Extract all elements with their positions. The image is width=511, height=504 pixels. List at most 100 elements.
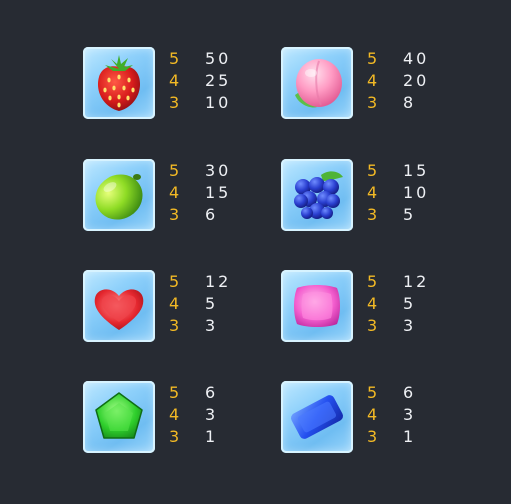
payout-count: 3 (169, 427, 181, 446)
payout-row: 31 (169, 425, 279, 447)
symbol-tile (281, 381, 353, 453)
payout-row: 3 10 (169, 91, 279, 113)
payout-value: 6 (403, 383, 417, 402)
peach-icon (295, 59, 342, 108)
payout-row: 56 (169, 381, 279, 403)
payout-count: 4 (367, 294, 379, 313)
symbol-tile (281, 47, 353, 119)
payout-list: 5 40 4 20 38 (367, 47, 477, 113)
payout-value: 30 (205, 161, 232, 180)
payout-value: 3 (205, 405, 219, 424)
payout-row: 5 15 (367, 159, 477, 181)
payout-count: 3 (367, 427, 379, 446)
payout-value: 10 (403, 183, 430, 202)
payout-row: 5 50 (169, 47, 279, 69)
payout-row: 45 (367, 292, 477, 314)
payout-value: 15 (205, 183, 232, 202)
square-candy-icon (294, 285, 340, 327)
payout-count: 3 (169, 93, 181, 112)
payout-row: 4 15 (169, 181, 279, 203)
payout-row: 43 (367, 403, 477, 425)
payout-row: 33 (169, 314, 279, 336)
payout-value: 3 (403, 316, 417, 335)
payout-row: 31 (367, 425, 477, 447)
payout-list: 5 12 45 33 (367, 270, 477, 336)
payout-count: 4 (367, 405, 379, 424)
symbol-tile (281, 270, 353, 342)
payout-row: 38 (367, 91, 477, 113)
payout-count: 5 (367, 49, 379, 68)
payout-value: 6 (205, 383, 219, 402)
payout-count: 3 (169, 205, 181, 224)
pentagon-candy-icon (95, 392, 143, 439)
payout-count: 5 (169, 383, 181, 402)
symbol-tile (83, 47, 155, 119)
payout-value: 1 (205, 427, 219, 446)
symbol-tile (281, 159, 353, 231)
payout-value: 20 (403, 71, 430, 90)
payout-value: 40 (403, 49, 430, 68)
payout-row: 45 (169, 292, 279, 314)
payout-count: 3 (367, 93, 379, 112)
payout-row: 5 40 (367, 47, 477, 69)
payout-count: 4 (367, 71, 379, 90)
payout-row: 5 30 (169, 159, 279, 181)
payout-row: 33 (367, 314, 477, 336)
payout-row: 56 (367, 381, 477, 403)
payout-count: 5 (367, 161, 379, 180)
paytable-entry-peach: 5 40 4 20 38 (281, 47, 481, 121)
payout-list: 56 43 31 (367, 381, 477, 447)
paytable-entry-square-candy: 5 12 45 33 (281, 270, 481, 344)
payout-count: 4 (367, 183, 379, 202)
payout-count: 3 (367, 316, 379, 335)
payout-value: 15 (403, 161, 430, 180)
payout-value: 5 (403, 205, 417, 224)
payout-value: 25 (205, 71, 232, 90)
payout-value: 12 (205, 272, 232, 291)
payout-count: 3 (169, 316, 181, 335)
payout-count: 4 (169, 294, 181, 313)
payout-count: 4 (169, 71, 181, 90)
payout-value: 3 (403, 405, 417, 424)
payout-value: 3 (205, 316, 219, 335)
paytable-entry-heart-candy: 5 12 45 33 (83, 270, 283, 344)
payout-value: 8 (403, 93, 417, 112)
payout-count: 3 (367, 205, 379, 224)
payout-row: 36 (169, 203, 279, 225)
payout-row: 4 20 (367, 69, 477, 91)
payout-list: 5 12 45 33 (169, 270, 279, 336)
paytable-entry-rectangle-candy: 56 43 31 (281, 381, 481, 455)
payout-value: 5 (403, 294, 417, 313)
payout-list: 5 15 4 10 35 (367, 159, 477, 225)
payout-list: 5 50 4 25 3 10 (169, 47, 279, 113)
payout-value: 12 (403, 272, 430, 291)
symbol-tile (83, 270, 155, 342)
payout-count: 4 (169, 405, 181, 424)
paytable-entry-pentagon-candy: 56 43 31 (83, 381, 283, 455)
payout-value: 50 (205, 49, 232, 68)
strawberry-icon (97, 55, 141, 111)
lime-icon (95, 174, 143, 220)
payout-count: 5 (169, 272, 181, 291)
paytable-entry-strawberry: 5 50 4 25 3 10 (83, 47, 283, 121)
payout-value: 10 (205, 93, 232, 112)
payout-row: 4 10 (367, 181, 477, 203)
payout-count: 5 (169, 49, 181, 68)
payout-value: 1 (403, 427, 417, 446)
payout-row: 5 12 (367, 270, 477, 292)
payout-list: 56 43 31 (169, 381, 279, 447)
payout-count: 5 (367, 272, 379, 291)
payout-count: 4 (169, 183, 181, 202)
payout-value: 5 (205, 294, 219, 313)
payout-count: 5 (169, 161, 181, 180)
symbol-tile (83, 381, 155, 453)
payout-row: 43 (169, 403, 279, 425)
payout-row: 35 (367, 203, 477, 225)
payout-count: 5 (367, 383, 379, 402)
payout-value: 6 (205, 205, 219, 224)
heart-candy-icon (94, 289, 144, 330)
rectangle-candy-icon (290, 395, 344, 439)
paytable-entry-lime: 5 30 4 15 36 (83, 159, 283, 233)
paytable-entry-grapes: 5 15 4 10 35 (281, 159, 481, 233)
symbol-tile (83, 159, 155, 231)
